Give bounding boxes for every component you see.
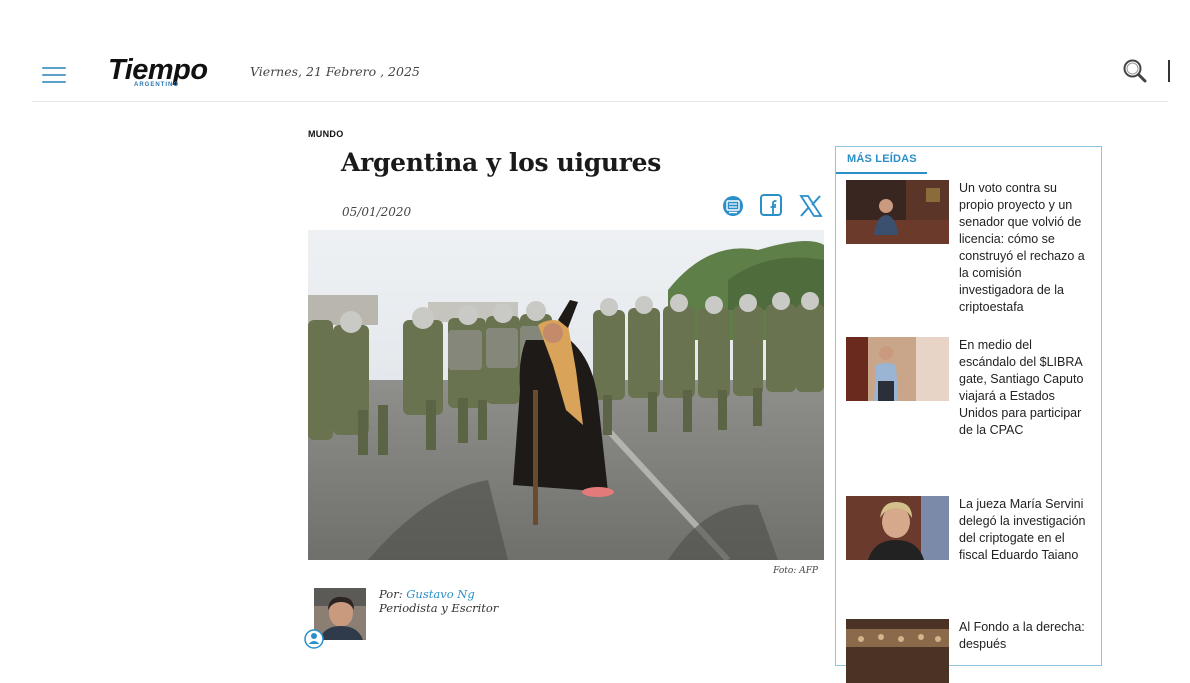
most-read-headline[interactable]: Un voto contra su propio proyecto y un s…: [959, 180, 1087, 316]
most-read-sidebar: MÁS LEÍDAS Un voto contra su propio proy…: [835, 146, 1102, 683]
author-role: Periodista y Escritor: [379, 601, 499, 615]
author-name-link[interactable]: Gustavo Ng: [406, 587, 474, 601]
section-label[interactable]: MUNDO: [308, 129, 344, 139]
most-read-thumbnail[interactable]: [846, 619, 949, 683]
facebook-icon[interactable]: [759, 193, 785, 219]
sidebar-title: MÁS LEÍDAS: [847, 153, 917, 165]
article-photo: [308, 230, 824, 560]
header-date: Viernes, 21 Febrero , 2025: [250, 64, 420, 79]
site-header: Tiempo ARGENTINO Viernes, 21 Febrero , 2…: [0, 0, 1190, 102]
header-divider: [1168, 60, 1170, 82]
article-title: Argentina y los uigures: [341, 148, 662, 177]
most-read-thumbnail[interactable]: [846, 496, 949, 560]
most-read-thumbnail[interactable]: [846, 180, 949, 244]
most-read-headline[interactable]: Al Fondo a la derecha: después: [959, 619, 1087, 653]
sidebar-title-underline: [836, 172, 927, 174]
most-read-headline[interactable]: La jueza María Servini delegó la investi…: [959, 496, 1087, 564]
most-read-headline[interactable]: En medio del escándalo del $LIBRA gate, …: [959, 337, 1087, 439]
most-read-thumbnail[interactable]: [846, 337, 949, 401]
site-logo[interactable]: Tiempo ARGENTINO: [108, 54, 218, 90]
header-separator: [32, 101, 1168, 102]
news-icon[interactable]: [721, 193, 747, 219]
author-prefix: Por:: [379, 587, 403, 601]
search-icon[interactable]: [1122, 58, 1148, 84]
x-icon[interactable]: [798, 193, 824, 219]
author-meta: Por: Gustavo Ng Periodista y Escritor: [379, 587, 498, 615]
logo-subtext: ARGENTINO: [134, 82, 179, 88]
photo-caption: Foto: AFP: [773, 566, 818, 576]
author-badge-icon: [303, 628, 325, 650]
hamburger-menu-icon[interactable]: [42, 66, 66, 84]
article-date: 05/01/2020: [342, 205, 412, 219]
